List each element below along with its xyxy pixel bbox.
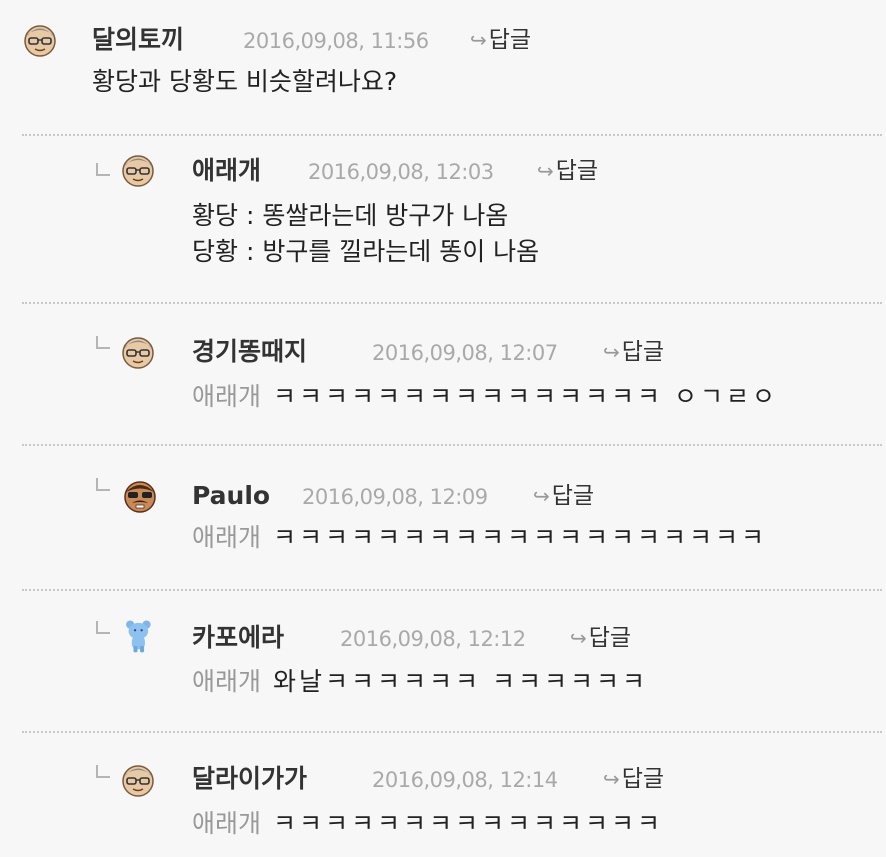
reply-label: 답글 [488, 27, 532, 53]
comment-text: 황당과 당황도 비슷할려나요? [92, 67, 398, 96]
comment-divider [22, 134, 882, 136]
avatar-glasses-icon[interactable] [120, 152, 156, 188]
reply-arrow-icon: ↪ [533, 484, 550, 508]
mention-tag[interactable]: 애래개 [192, 667, 261, 696]
comment-divider [22, 731, 882, 733]
reply-button[interactable]: ↪답글 [537, 156, 598, 186]
avatar-glasses-icon[interactable] [120, 762, 156, 798]
comment-timestamp: 2016,09,08, 12:03 [308, 160, 494, 184]
avatar-glasses-icon[interactable] [22, 22, 58, 58]
reply-button[interactable]: ↪답글 [603, 337, 664, 367]
reply-button[interactable]: ↪답글 [570, 623, 631, 653]
reply-arrow-icon: ↪ [470, 28, 487, 52]
comment-text: 애래개 와날ㅋㅋㅋㅋㅋㅋ ㅋㅋㅋㅋㅋㅋ [192, 666, 648, 698]
comment-author[interactable]: Paulo [192, 481, 270, 511]
comment-body: ㅋㅋㅋㅋㅋㅋㅋㅋㅋㅋㅋㅋㅋㅋㅋ ㅇㄱㄹㅇ [273, 382, 778, 411]
comment-body: ㅋㅋㅋㅋㅋㅋㅋㅋㅋㅋㅋㅋㅋㅋㅋ [273, 809, 664, 838]
reply-button[interactable]: ↪답글 [533, 481, 594, 511]
reply-indent-icon [96, 163, 110, 176]
comment-text: 당황 : 방구를 낄라는데 똥이 나옴 [192, 237, 540, 266]
comment-divider [22, 302, 882, 304]
reply-indent-icon [96, 336, 110, 349]
comment-author[interactable]: 애래개 [192, 156, 261, 186]
mention-tag[interactable]: 애래개 [192, 809, 261, 838]
reply-indent-icon [96, 478, 110, 491]
reply-label: 답글 [621, 339, 665, 365]
mention-tag[interactable]: 애래개 [192, 382, 261, 411]
comment-body: ㅋㅋㅋㅋㅋㅋㅋㅋㅋㅋㅋㅋㅋㅋㅋㅋㅋㅋㅋ [273, 523, 768, 552]
comment-text: 애래개 ㅋㅋㅋㅋㅋㅋㅋㅋㅋㅋㅋㅋㅋㅋㅋ [192, 808, 663, 840]
comment-divider [22, 589, 882, 591]
comment-text: 애래개 ㅋㅋㅋㅋㅋㅋㅋㅋㅋㅋㅋㅋㅋㅋㅋ ㅇㄱㄹㅇ [192, 381, 778, 413]
comment-author[interactable]: 경기똥때지 [192, 337, 307, 367]
reply-button[interactable]: ↪답글 [470, 25, 531, 55]
comment-timestamp: 2016,09,08, 11:56 [243, 29, 429, 53]
reply-indent-icon [96, 765, 110, 778]
comment-timestamp: 2016,09,08, 12:07 [372, 341, 558, 365]
comment-author[interactable]: 달의토끼 [92, 25, 184, 55]
avatar-mustache-icon[interactable] [122, 478, 158, 514]
comment-timestamp: 2016,09,08, 12:14 [372, 768, 558, 792]
comment-author[interactable]: 달라이가가 [192, 764, 307, 794]
reply-label: 답글 [588, 625, 632, 651]
reply-label: 답글 [621, 766, 665, 792]
comment-text: 애래개 ㅋㅋㅋㅋㅋㅋㅋㅋㅋㅋㅋㅋㅋㅋㅋㅋㅋㅋㅋ [192, 522, 767, 554]
avatar-blue-bear-icon[interactable] [122, 618, 158, 654]
reply-arrow-icon: ↪ [570, 626, 587, 650]
comment-divider [22, 444, 882, 446]
reply-button[interactable]: ↪답글 [603, 764, 664, 794]
comment-body: 와날ㅋㅋㅋㅋㅋㅋ ㅋㅋㅋㅋㅋㅋ [273, 667, 648, 696]
reply-arrow-icon: ↪ [537, 159, 554, 183]
comment-timestamp: 2016,09,08, 12:12 [340, 627, 526, 651]
mention-tag[interactable]: 애래개 [192, 523, 261, 552]
comment-timestamp: 2016,09,08, 12:09 [302, 485, 488, 509]
reply-arrow-icon: ↪ [603, 767, 620, 791]
comment-text: 황당 : 똥쌀라는데 방구가 나옴 [192, 201, 509, 230]
reply-arrow-icon: ↪ [603, 340, 620, 364]
reply-indent-icon [96, 621, 110, 634]
comment-thread: 달의토끼 2016,09,08, 11:56 ↪답글 황당과 당황도 비슷할려나… [0, 0, 886, 857]
comment-author[interactable]: 카포에라 [192, 623, 284, 653]
reply-label: 답글 [555, 158, 599, 184]
reply-label: 답글 [551, 483, 595, 509]
avatar-glasses-icon[interactable] [120, 334, 156, 370]
